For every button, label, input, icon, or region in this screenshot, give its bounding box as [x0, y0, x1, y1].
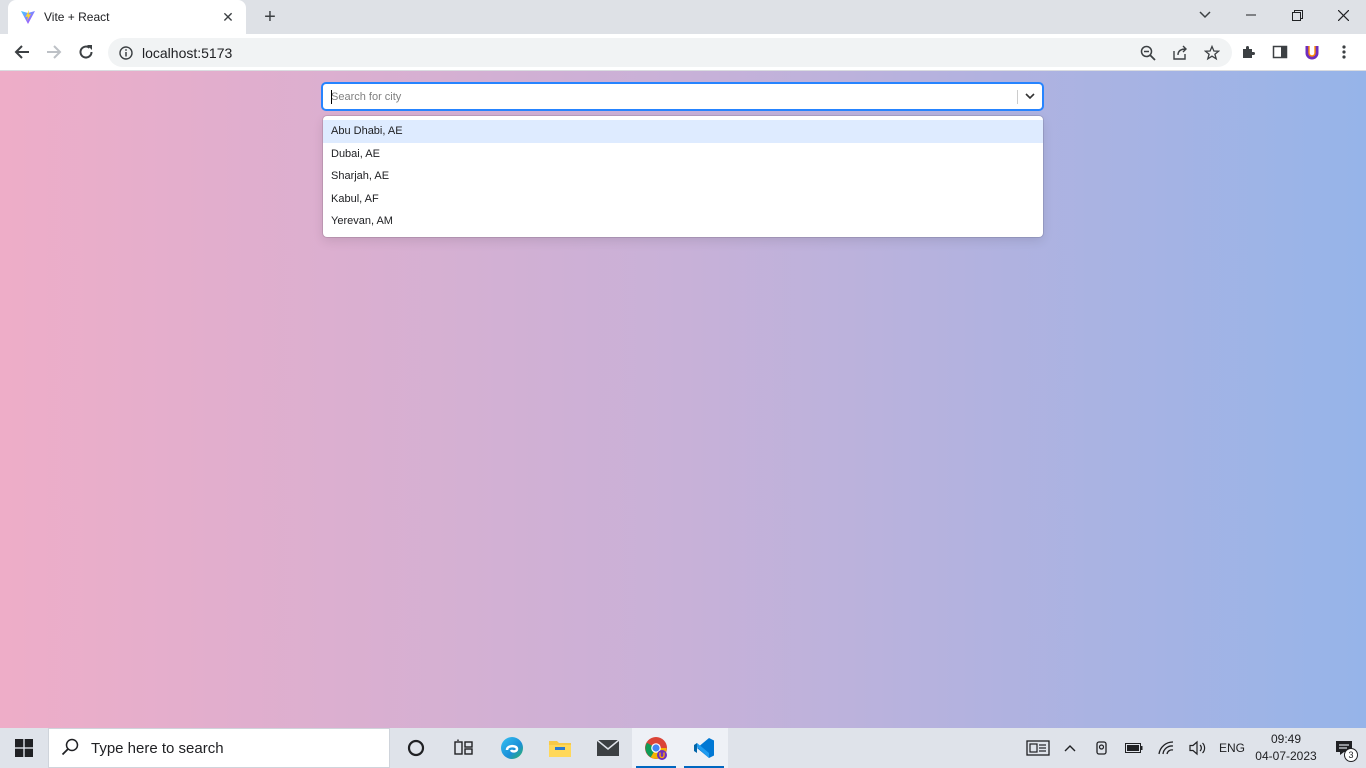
kebab-menu-icon[interactable] — [1330, 38, 1358, 66]
url-text: localhost:5173 — [142, 44, 233, 61]
city-option[interactable]: Abu Dhabi, AE — [323, 120, 1043, 143]
taskbar-apps — [392, 728, 728, 768]
browser-toolbar: localhost:5173 — [0, 34, 1366, 71]
star-icon[interactable] — [1198, 39, 1226, 67]
volume-icon[interactable] — [1182, 728, 1214, 768]
file-explorer-icon[interactable] — [536, 728, 584, 768]
taskbar-search-placeholder: Type here to search — [91, 739, 224, 757]
notification-count-badge: 3 — [1344, 748, 1358, 762]
text-caret — [331, 90, 332, 104]
chevron-up-icon[interactable] — [1054, 728, 1086, 768]
notification-center-icon[interactable]: 3 — [1322, 728, 1366, 768]
mail-icon[interactable] — [584, 728, 632, 768]
browser-tab-active[interactable]: Vite + React ✕ — [8, 0, 246, 34]
city-option[interactable]: Sharjah, AE — [323, 165, 1043, 188]
city-search-placeholder: Search for city — [331, 90, 402, 103]
tab-search-chevron-icon[interactable] — [1192, 2, 1218, 28]
battery-icon[interactable] — [1118, 728, 1150, 768]
close-tab-icon[interactable]: ✕ — [218, 7, 238, 27]
window-controls — [1228, 0, 1366, 30]
language-indicator[interactable]: ENG — [1214, 741, 1250, 755]
minimize-icon[interactable] — [1228, 0, 1274, 30]
forward-arrow-icon[interactable] — [40, 38, 68, 66]
zoom-out-icon[interactable] — [1134, 39, 1162, 67]
page-viewport: Search for city Abu Dhabi, AE Dubai, AE … — [0, 71, 1366, 728]
edge-browser-icon[interactable] — [488, 728, 536, 768]
windows-taskbar: Type here to search ENG 09:49 04-07-2023… — [0, 728, 1366, 768]
meet-now-icon[interactable] — [1086, 728, 1118, 768]
new-tab-button[interactable]: + — [258, 5, 282, 29]
cortana-icon[interactable] — [392, 728, 440, 768]
chrome-icon[interactable] — [632, 728, 680, 768]
city-option[interactable]: Kabul, AF — [323, 188, 1043, 211]
clock[interactable]: 09:49 04-07-2023 — [1250, 731, 1322, 765]
share-icon[interactable] — [1166, 39, 1194, 67]
vscode-icon[interactable] — [680, 728, 728, 768]
clock-date: 04-07-2023 — [1255, 749, 1317, 763]
back-arrow-icon[interactable] — [8, 38, 36, 66]
puzzle-icon[interactable] — [1234, 38, 1262, 66]
vite-logo-icon — [20, 9, 36, 25]
city-search-select[interactable]: Search for city — [322, 83, 1043, 110]
taskbar-search-box[interactable]: Type here to search — [48, 728, 390, 768]
u-extension-icon[interactable] — [1298, 38, 1326, 66]
side-panel-icon[interactable] — [1266, 38, 1294, 66]
browser-tabstrip: Vite + React ✕ + — [0, 0, 1366, 34]
close-window-icon[interactable] — [1320, 0, 1366, 30]
toolbar-right-actions — [1234, 38, 1358, 66]
wifi-icon[interactable] — [1150, 728, 1182, 768]
system-tray: ENG 09:49 04-07-2023 3 — [1022, 728, 1366, 768]
dropdown-chevron-icon[interactable] — [1018, 84, 1042, 109]
city-option[interactable]: Dubai, AE — [323, 143, 1043, 166]
news-widget-icon[interactable] — [1022, 728, 1054, 768]
windows-start-icon[interactable] — [0, 728, 48, 768]
address-bar[interactable]: localhost:5173 — [108, 38, 1232, 67]
tab-title: Vite + React — [44, 10, 110, 24]
clock-time: 09:49 — [1270, 732, 1302, 746]
restore-icon[interactable] — [1274, 0, 1320, 30]
search-icon — [61, 738, 79, 759]
reload-icon[interactable] — [72, 38, 100, 66]
city-option[interactable]: Yerevan, AM — [323, 210, 1043, 233]
task-view-icon[interactable] — [440, 728, 488, 768]
info-icon[interactable] — [118, 45, 134, 61]
city-options-menu: Abu Dhabi, AE Dubai, AE Sharjah, AE Kabu… — [323, 116, 1043, 237]
omnibox-actions — [1134, 38, 1226, 67]
city-search-input[interactable]: Search for city — [323, 84, 1017, 109]
